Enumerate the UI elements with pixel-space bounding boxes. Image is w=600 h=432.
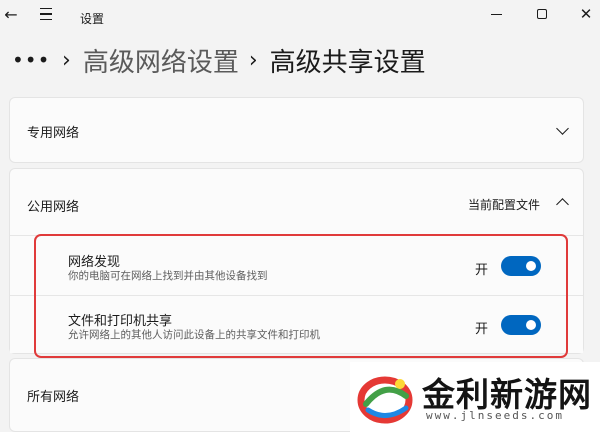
breadcrumb: ••• › 高级网络设置 › 高级共享设置 [12, 42, 426, 78]
toggle-state-label: 开 [475, 322, 489, 337]
breadcrumb-more-button[interactable]: ••• [12, 50, 52, 70]
current-profile-label: 当前配置文件 [467, 198, 540, 212]
page-title: 高级共享设置 [269, 47, 426, 78]
minimize-icon[interactable] [486, 0, 506, 28]
toggle-state-label: 开 [475, 263, 489, 278]
app-title: 设置 [80, 12, 105, 26]
menu-icon[interactable] [36, 0, 56, 28]
section-label: 公用网络 [27, 200, 80, 215]
toggle-knob [526, 261, 536, 271]
setting-description: 允许网络上的其他人访问此设备上的共享文件和打印机 [68, 329, 320, 341]
setting-description: 你的电脑可在网络上找到并由其他设备找到 [68, 270, 268, 282]
public-network-section: 公用网络 当前配置文件 网络发现 你的电脑可在网络上找到并由其他设备找到 开 文… [9, 168, 584, 354]
title-bar: ← 设置 ✕ [0, 0, 600, 36]
back-arrow-icon[interactable]: ← [0, 0, 22, 28]
maximize-icon[interactable] [532, 0, 552, 28]
network-discovery-toggle[interactable] [501, 256, 541, 276]
logo-mark-icon [357, 376, 413, 424]
network-discovery-row: 网络发现 你的电脑可在网络上找到并由其他设备找到 开 [10, 235, 583, 295]
site-logo: 金利新游网 www.jlnseeds.com [350, 362, 600, 432]
breadcrumb-parent-link[interactable]: 高级网络设置 [83, 42, 239, 79]
close-icon[interactable]: ✕ [576, 0, 596, 28]
toggle-knob [526, 320, 536, 330]
section-label: 所有网络 [27, 390, 80, 405]
chevron-right-icon: › [62, 47, 71, 73]
logo-url: www.jlnseeds.com [426, 409, 564, 422]
file-printer-sharing-toggle[interactable] [501, 315, 541, 335]
private-network-section[interactable]: 专用网络 [9, 97, 584, 163]
chevron-up-icon[interactable] [556, 198, 569, 211]
section-label: 专用网络 [27, 126, 80, 141]
chevron-right-icon: › [248, 47, 258, 73]
file-printer-sharing-row: 文件和打印机共享 允许网络上的其他人访问此设备上的共享文件和打印机 开 [10, 295, 583, 353]
chevron-down-icon[interactable] [556, 122, 569, 135]
